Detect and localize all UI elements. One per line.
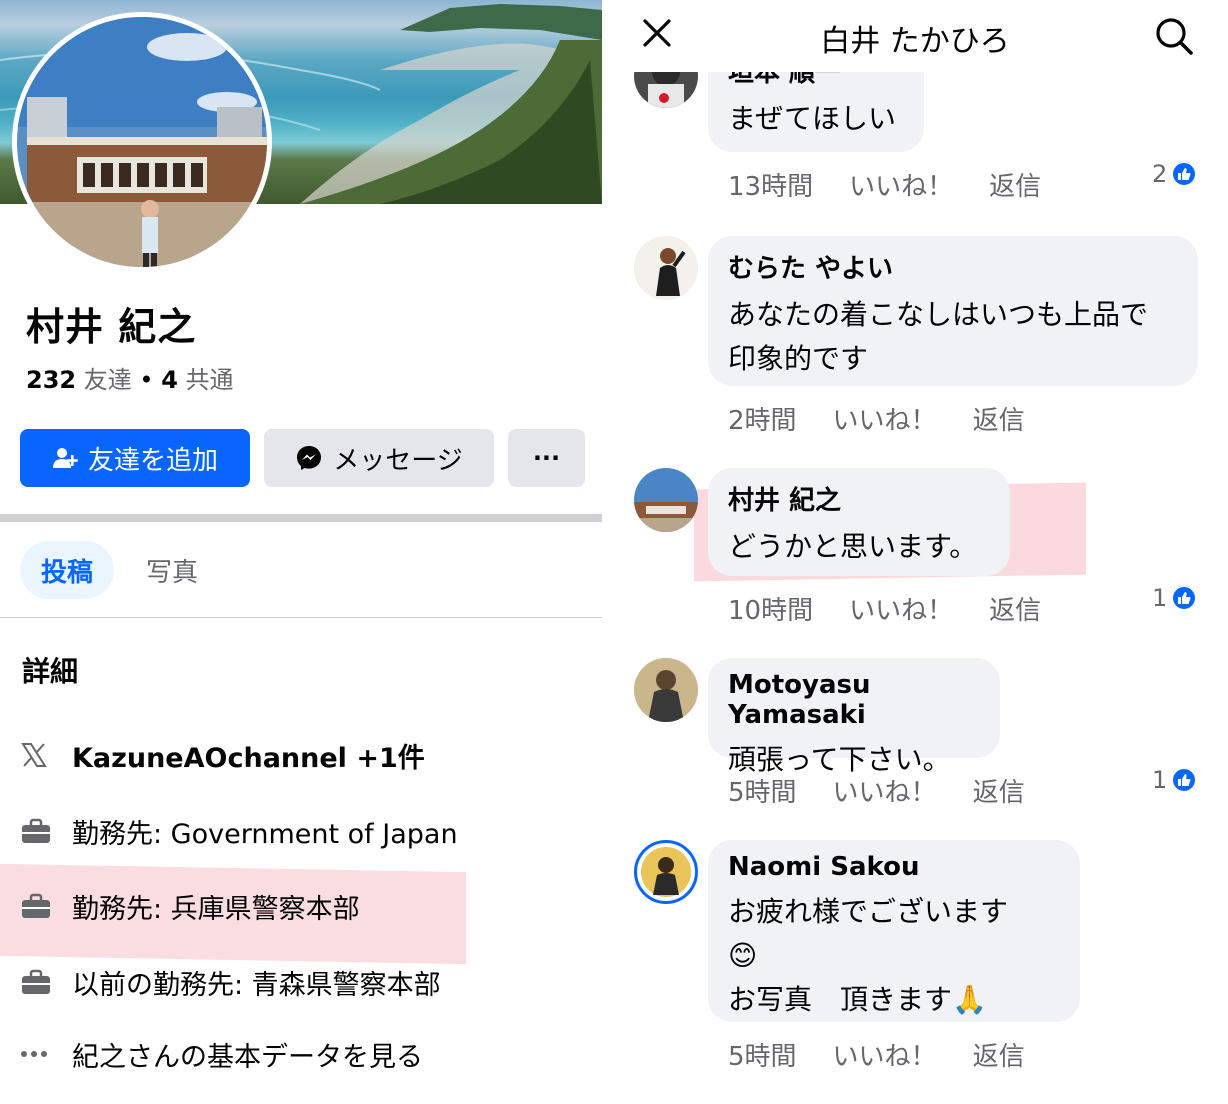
comment-bubble[interactable]: Naomi Sakou お疲れ様でございます 😊 お写真 頂きます🙏 <box>708 840 1080 1022</box>
comment-time: 13時間 <box>728 172 814 202</box>
detail-text: 以前の勤務先: 青森県警察本部 <box>72 969 441 1001</box>
comment-time: 5時間 <box>728 778 797 808</box>
commenter-name[interactable]: Naomi Sakou <box>728 852 1060 882</box>
commenter-name[interactable]: Motoyasu Yamasaki <box>728 670 980 730</box>
comment-bubble[interactable]: 村井 紀之 どうかと思います。 <box>708 468 1010 576</box>
separator-dot: • <box>139 366 162 394</box>
comment-actions: 5時間 いいね！ 返信 <box>728 772 1061 809</box>
like-link[interactable]: いいね！ <box>849 166 953 203</box>
like-count-number: 1 <box>1152 766 1168 794</box>
comment-actions: 10時間 いいね！ 返信 <box>728 590 1077 627</box>
section-divider <box>0 514 602 522</box>
profile-panel: 村井 紀之 232 友達 • 4 共通 友達を追加 メッセージ ··· 投稿 写… <box>0 0 602 1104</box>
detail-row-previous-work[interactable]: 以前の勤務先: 青森県警察本部 <box>20 960 441 1004</box>
comment-bubble[interactable]: Motoyasu Yamasaki 頑張って下さい。 <box>708 658 1000 776</box>
avatar[interactable] <box>634 658 698 722</box>
friends-summary[interactable]: 232 友達 • 4 共通 <box>26 360 234 395</box>
tab-posts[interactable]: 投稿 <box>20 541 114 599</box>
reply-link[interactable]: 返信 <box>973 1036 1025 1073</box>
detail-text: 勤務先: 兵庫県警察本部 <box>72 893 360 925</box>
detail-row-x-account[interactable]: KazuneAOchannel +1件 <box>20 733 425 777</box>
comment-actions: 2時間 いいね！ 返信 <box>728 400 1061 437</box>
comment-emoji-line: 😊 <box>728 939 758 972</box>
comments-panel: 白井 たかひろ 垣本 順一 まぜてほしい 13時間 いいね！ 返信 2 むらた … <box>602 0 1228 1104</box>
message-button[interactable]: メッセージ <box>264 429 494 487</box>
tab-photos[interactable]: 写真 <box>146 541 198 599</box>
like-count[interactable]: 1 <box>1152 584 1198 612</box>
like-count[interactable]: 2 <box>1152 160 1198 188</box>
detail-text: 紀之さんの基本データを見る <box>72 1041 423 1073</box>
comments-header: 白井 たかひろ <box>602 0 1228 72</box>
more-options-button[interactable]: ··· <box>508 429 585 487</box>
comment-time: 5時間 <box>728 1042 797 1072</box>
comment-actions: 5時間 いいね！ 返信 <box>728 1036 1061 1073</box>
briefcase-icon <box>20 892 72 920</box>
comment-actions: 13時間 いいね！ 返信 <box>728 166 1077 203</box>
details-heading: 詳細 <box>22 655 79 688</box>
comment-text: どうかと思います。 <box>728 530 978 563</box>
comment-time: 2時間 <box>728 406 797 436</box>
thumbs-up-icon <box>1171 767 1198 793</box>
profile-name: 村井 紀之 <box>26 305 197 349</box>
commenter-name[interactable]: 村井 紀之 <box>728 480 990 517</box>
mutual-label: 共通 <box>185 366 234 394</box>
like-link[interactable]: いいね！ <box>833 400 937 437</box>
friends-count: 232 <box>26 366 77 394</box>
friends-label: 友達 <box>83 366 132 394</box>
more-dots-icon <box>20 1049 72 1059</box>
detail-text: 勤務先: Government of Japan <box>72 818 458 850</box>
detail-text: KazuneAOchannel +1件 <box>72 742 425 774</box>
comment-text-line: 印象的です <box>728 342 869 375</box>
messenger-icon <box>295 444 323 472</box>
avatar[interactable] <box>634 236 698 300</box>
tabs-divider <box>0 617 602 618</box>
add-person-icon <box>52 445 78 471</box>
briefcase-icon <box>20 968 72 996</box>
add-friend-label: 友達を追加 <box>87 445 218 476</box>
profile-avatar[interactable] <box>12 12 272 272</box>
commenter-name[interactable]: むらた やよい <box>728 248 1178 285</box>
avatar-with-story[interactable] <box>634 840 698 904</box>
like-link[interactable]: いいね！ <box>833 1036 937 1073</box>
detail-row-work[interactable]: 勤務先: Government of Japan <box>20 809 458 853</box>
message-label: メッセージ <box>333 445 463 476</box>
like-count-number: 1 <box>1152 584 1168 612</box>
detail-row-see-about[interactable]: 紀之さんの基本データを見る <box>20 1032 423 1076</box>
comment-text-line: あなたの着こなしはいつも上品で <box>728 298 1149 331</box>
add-friend-button[interactable]: 友達を追加 <box>20 429 250 487</box>
search-icon[interactable] <box>1154 16 1194 60</box>
reply-link[interactable]: 返信 <box>973 772 1025 809</box>
comment-time: 10時間 <box>728 596 814 626</box>
thumbs-up-icon <box>1171 161 1198 187</box>
x-logo-icon <box>20 741 72 769</box>
avatar[interactable] <box>634 468 698 532</box>
thumbs-up-icon <box>1171 585 1198 611</box>
comment-text-line: お写真 頂きます🙏 <box>728 983 987 1016</box>
briefcase-icon <box>20 817 72 845</box>
comment-text-line: お疲れ様でございます <box>728 895 1009 928</box>
like-link[interactable]: いいね！ <box>849 590 953 627</box>
reply-link[interactable]: 返信 <box>973 400 1025 437</box>
like-link[interactable]: いいね！ <box>833 772 937 809</box>
comment-bubble[interactable]: むらた やよい あなたの着こなしはいつも上品で 印象的です <box>708 236 1198 386</box>
comments-title: 白井 たかひろ <box>820 24 1010 59</box>
reply-link[interactable]: 返信 <box>989 166 1041 203</box>
detail-row-work[interactable]: 勤務先: 兵庫県警察本部 <box>20 884 360 928</box>
like-count[interactable]: 1 <box>1152 766 1198 794</box>
comment-text: まぜてほしい <box>728 102 897 135</box>
reply-link[interactable]: 返信 <box>989 590 1041 627</box>
mutual-count: 4 <box>161 366 178 394</box>
like-count-number: 2 <box>1152 160 1168 188</box>
